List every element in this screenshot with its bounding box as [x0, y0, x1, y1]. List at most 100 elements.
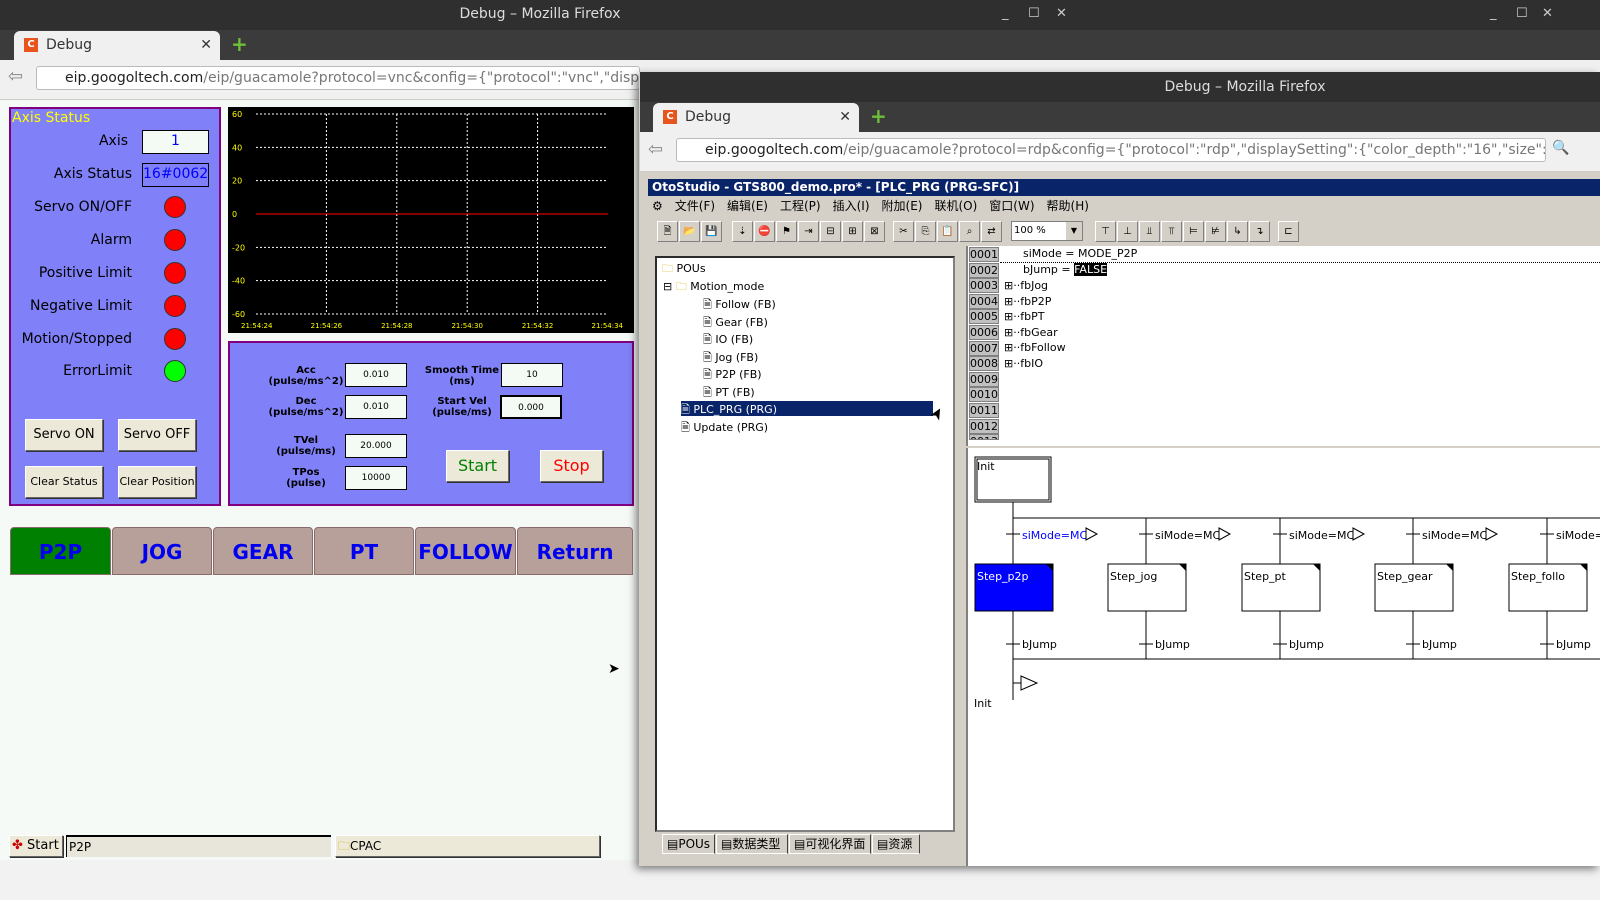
- url-bar[interactable]: eip.googoltech.com/eip/guacamole?protoco…: [36, 66, 640, 90]
- smooth-time-input[interactable]: 10: [501, 363, 563, 387]
- tvel-input[interactable]: 20.000: [345, 434, 407, 458]
- jump-condition[interactable]: bJump: [1556, 638, 1591, 651]
- stop-button[interactable]: Stop: [540, 450, 603, 482]
- transition-condition[interactable]: siMode=MC: [1155, 529, 1220, 542]
- expand-icon[interactable]: ⊞: [1004, 357, 1013, 370]
- start-button-taskbar[interactable]: ✤ Start: [9, 835, 63, 857]
- code-line-expandable[interactable]: ⊞··fbP2P: [1004, 295, 1051, 308]
- expand-icon[interactable]: ⊞: [1004, 341, 1013, 354]
- mode-tab-gear[interactable]: GEAR: [213, 527, 313, 575]
- start-vel-input[interactable]: 0.000: [500, 395, 562, 419]
- code-line-expandable[interactable]: ⊞··fbFollow: [1004, 341, 1066, 354]
- expand-icon[interactable]: ⊞: [1004, 279, 1013, 292]
- back-icon[interactable]: ⇦: [8, 66, 23, 87]
- transition-condition[interactable]: siMode=MC: [1422, 529, 1487, 542]
- maximize-button[interactable]: ☐: [1516, 0, 1528, 28]
- servo-on-button[interactable]: Servo ON: [25, 419, 103, 451]
- find-icon[interactable]: ⌕: [959, 221, 980, 242]
- code-line-expandable[interactable]: ⊞··fbPT: [1004, 310, 1044, 323]
- transition-condition[interactable]: siMode=MC: [1289, 529, 1354, 542]
- expand-icon[interactable]: ⊞: [1004, 310, 1013, 323]
- menu-item[interactable]: 帮助(H): [1047, 199, 1089, 213]
- save-icon[interactable]: 💾: [701, 221, 722, 242]
- axis-input[interactable]: 1: [142, 130, 209, 154]
- clear-position-button[interactable]: Clear Position: [118, 466, 196, 498]
- zoom-select[interactable]: 100 % ▼: [1011, 221, 1083, 241]
- search-icon[interactable]: 🔍: [1552, 140, 1569, 156]
- stop-icon[interactable]: ⛔: [754, 221, 775, 242]
- browser-tab[interactable]: C Debug ✕: [14, 31, 220, 60]
- jump-condition[interactable]: bJump: [1022, 638, 1057, 651]
- new-tab-button[interactable]: +: [231, 32, 248, 56]
- transition-condition[interactable]: siMode=MC: [1022, 529, 1087, 542]
- menu-item[interactable]: 文件(F): [675, 199, 715, 213]
- close-button[interactable]: ✕: [1542, 0, 1553, 28]
- tree-item[interactable]: 🗎 Gear (FB): [703, 314, 768, 333]
- transition-after-icon[interactable]: ⫪: [1161, 221, 1182, 242]
- code-line-expandable[interactable]: ⊞··fbJog: [1004, 279, 1048, 292]
- tree-item-selected[interactable]: 🗎 PLC_PRG (PRG): [681, 401, 933, 416]
- jump-condition[interactable]: bJump: [1289, 638, 1324, 651]
- cut-icon[interactable]: ✂: [893, 221, 914, 242]
- open-icon[interactable]: 📂: [679, 221, 700, 242]
- tree-item[interactable]: 🗎 IO (FB): [703, 331, 753, 350]
- expand-icon[interactable]: ⊞: [1004, 295, 1013, 308]
- collapse-icon[interactable]: ⊟: [663, 280, 672, 293]
- jump-icon[interactable]: ↳: [1227, 221, 1248, 242]
- transition-jump-icon[interactable]: ↴: [1249, 221, 1270, 242]
- bottom-tab[interactable]: ▤数据类型: [716, 834, 788, 854]
- mode-tab-follow[interactable]: FOLLOW: [415, 527, 516, 575]
- clear-status-button[interactable]: Clear Status: [25, 466, 103, 498]
- mode-tab-p2p[interactable]: P2P: [10, 527, 111, 575]
- jump-condition[interactable]: bJump: [1155, 638, 1190, 651]
- menu-item[interactable]: 窗口(W): [989, 199, 1034, 213]
- code-line-expandable[interactable]: ⊞··fbGear: [1004, 326, 1058, 339]
- minimize-button[interactable]: _: [1002, 0, 1009, 28]
- logout-icon[interactable]: ⊞: [842, 221, 863, 242]
- monitor-icon[interactable]: ⊠: [864, 221, 885, 242]
- chevron-down-icon[interactable]: ▼: [1066, 222, 1082, 240]
- dec-input[interactable]: 0.010: [345, 395, 407, 419]
- maximize-button[interactable]: ☐: [1028, 0, 1040, 28]
- bottom-tab[interactable]: ▤可视化界面: [789, 834, 871, 854]
- taskbar-item-cpac[interactable]: 🗀CPAC: [335, 835, 600, 857]
- acc-input[interactable]: 0.010: [345, 363, 407, 387]
- jump-condition[interactable]: bJump: [1422, 638, 1457, 651]
- back-icon[interactable]: ⇦: [648, 139, 663, 160]
- menu-item[interactable]: 工程(P): [780, 199, 821, 213]
- transition-condition[interactable]: siMode=MC: [1556, 529, 1600, 542]
- new-tab-button[interactable]: +: [870, 104, 887, 128]
- tree-item[interactable]: 🗎 Update (PRG): [681, 419, 768, 438]
- new-icon[interactable]: 🗎: [657, 221, 678, 242]
- replace-icon[interactable]: ⇄: [981, 221, 1002, 242]
- app-menu-icon[interactable]: ⚙: [652, 199, 663, 213]
- tree-root-pous[interactable]: 🗀 POUs: [662, 260, 706, 279]
- expand-icon[interactable]: ⊞: [1004, 326, 1013, 339]
- start-button[interactable]: Start: [446, 450, 509, 482]
- bottom-tab[interactable]: ▤资源: [872, 834, 920, 854]
- close-tab-icon[interactable]: ✕: [839, 103, 851, 131]
- close-tab-icon[interactable]: ✕: [200, 31, 212, 59]
- taskbar-item-p2p[interactable]: P2P: [66, 835, 331, 857]
- run-icon[interactable]: ⚑: [776, 221, 797, 242]
- browser-tab[interactable]: C Debug ✕: [653, 103, 859, 132]
- tpos-input[interactable]: 10000: [345, 466, 407, 490]
- menu-item[interactable]: 联机(O): [934, 199, 977, 213]
- mode-tab-jog[interactable]: JOG: [112, 527, 212, 575]
- step-after-icon[interactable]: ⊥: [1117, 221, 1138, 242]
- tree-folder-motion-mode[interactable]: ⊟ 🗀 Motion_mode: [663, 278, 764, 297]
- code-line-expandable[interactable]: ⊞··fbIO: [1004, 357, 1043, 370]
- tree-item[interactable]: 🗎 P2P (FB): [703, 366, 762, 385]
- servo-off-button[interactable]: Servo OFF: [118, 419, 196, 451]
- download-icon[interactable]: ⇣: [732, 221, 753, 242]
- transition-before-icon[interactable]: ⫫: [1139, 221, 1160, 242]
- paste-icon[interactable]: 📋: [937, 221, 958, 242]
- minimize-button[interactable]: _: [1490, 0, 1497, 28]
- mode-tab-return[interactable]: Return: [517, 527, 633, 575]
- url-bar[interactable]: eip.googoltech.com/eip/guacamole?protoco…: [676, 138, 1546, 162]
- copy-icon[interactable]: ⎘: [915, 221, 936, 242]
- bottom-tab[interactable]: ▤POUs: [662, 834, 715, 854]
- alt-branch-icon[interactable]: ⊭: [1205, 221, 1226, 242]
- macro-icon[interactable]: ⊏: [1278, 221, 1299, 242]
- tree-item[interactable]: 🗎 Follow (FB): [703, 296, 776, 315]
